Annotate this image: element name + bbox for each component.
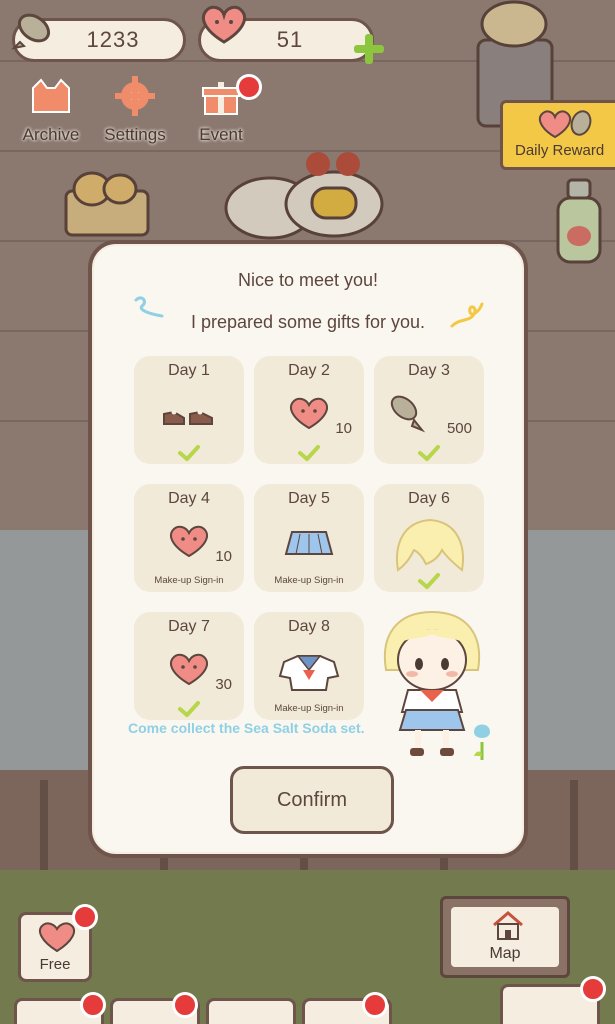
day-label: Day 4 bbox=[168, 490, 210, 507]
reward-amount: 30 bbox=[215, 676, 232, 693]
makeup-signin-label: Make-up Sign-in bbox=[154, 575, 224, 586]
reward-amount: 10 bbox=[335, 420, 352, 437]
fish-icon bbox=[10, 13, 51, 50]
day-label: Day 3 bbox=[408, 362, 450, 379]
heart-icon bbox=[170, 525, 208, 558]
day-label: Day 5 bbox=[288, 490, 330, 507]
day-card-6[interactable]: Day 6 bbox=[374, 484, 484, 592]
heart-fish-icon bbox=[538, 110, 592, 139]
gift-dialog: Nice to meet you! I prepared some gifts … bbox=[88, 240, 528, 858]
check-icon bbox=[178, 701, 200, 717]
notification-dot bbox=[362, 992, 388, 1018]
day-card-7[interactable]: Day 7 30 bbox=[134, 612, 244, 720]
free-label: Free bbox=[39, 956, 71, 973]
heart-count: 51 bbox=[276, 27, 304, 52]
makeup-signin-label: Make-up Sign-in bbox=[274, 575, 344, 586]
notification-dot bbox=[80, 992, 106, 1018]
settings-button[interactable]: Settings bbox=[92, 76, 178, 145]
dialog-title: Nice to meet you! bbox=[237, 270, 379, 290]
heart-icon bbox=[290, 397, 328, 430]
map-button-inner: Map bbox=[451, 907, 559, 967]
notification-dot bbox=[236, 74, 262, 100]
fish-count: 1233 bbox=[86, 27, 140, 52]
makeup-signin-label: Make-up Sign-in bbox=[274, 703, 344, 714]
house-icon bbox=[493, 911, 523, 940]
daily-reward-button[interactable]: Daily Reward bbox=[500, 100, 615, 170]
reward-amount: 10 bbox=[215, 548, 232, 565]
confirm-label: Confirm bbox=[276, 788, 347, 811]
check-icon bbox=[178, 445, 200, 461]
day-label: Day 7 bbox=[168, 618, 210, 635]
check-icon bbox=[298, 445, 320, 461]
heart-icon bbox=[38, 922, 76, 953]
day-label: Day 8 bbox=[288, 618, 330, 635]
blonde-hair-icon bbox=[396, 518, 464, 572]
notification-dot bbox=[72, 904, 98, 930]
settings-label: Settings bbox=[104, 125, 166, 144]
heart-icon bbox=[170, 653, 208, 686]
promo-text: Come collect the Sea Salt Soda set. bbox=[128, 720, 365, 736]
day-card-3[interactable]: Day 3 500 bbox=[374, 356, 484, 464]
add-currency-button[interactable] bbox=[352, 32, 386, 66]
confirm-button[interactable]: Confirm bbox=[230, 766, 394, 834]
day-card-1[interactable]: Day 1 bbox=[134, 356, 244, 464]
event-label: Event bbox=[199, 125, 243, 144]
fish-icon bbox=[390, 395, 426, 433]
day-label: Day 1 bbox=[168, 362, 210, 379]
day-card-8[interactable]: Day 8 Make-up Sign-in bbox=[254, 612, 364, 720]
heart-icon bbox=[201, 5, 247, 44]
reward-amount: 500 bbox=[446, 420, 472, 437]
archive-button[interactable]: Archive bbox=[8, 76, 94, 145]
archive-label: Archive bbox=[22, 125, 80, 144]
flower-icon bbox=[474, 724, 490, 760]
skirt-icon bbox=[284, 531, 334, 555]
yellow-ribbon-icon bbox=[450, 302, 484, 328]
check-icon bbox=[418, 573, 440, 589]
daily-reward-label: Daily Reward bbox=[515, 142, 605, 159]
cat-folder-icon bbox=[32, 78, 70, 113]
day-label: Day 6 bbox=[408, 490, 450, 507]
gear-icon bbox=[115, 76, 155, 116]
day-label: Day 2 bbox=[288, 362, 330, 379]
notification-dot bbox=[580, 976, 606, 1002]
map-label: Map bbox=[489, 945, 521, 962]
day-card-5[interactable]: Day 5 Make-up Sign-in bbox=[254, 484, 364, 592]
check-icon bbox=[418, 445, 440, 461]
map-button[interactable]: Map bbox=[440, 896, 570, 978]
shoes-icon bbox=[163, 409, 213, 425]
day-card-4[interactable]: Day 4 10 Make-up Sign-in bbox=[134, 484, 244, 592]
bottom-menu-button-3[interactable] bbox=[206, 998, 296, 1024]
notification-dot bbox=[172, 992, 198, 1018]
sailor-top-icon bbox=[278, 655, 340, 691]
day-card-2[interactable]: Day 2 10 bbox=[254, 356, 364, 464]
